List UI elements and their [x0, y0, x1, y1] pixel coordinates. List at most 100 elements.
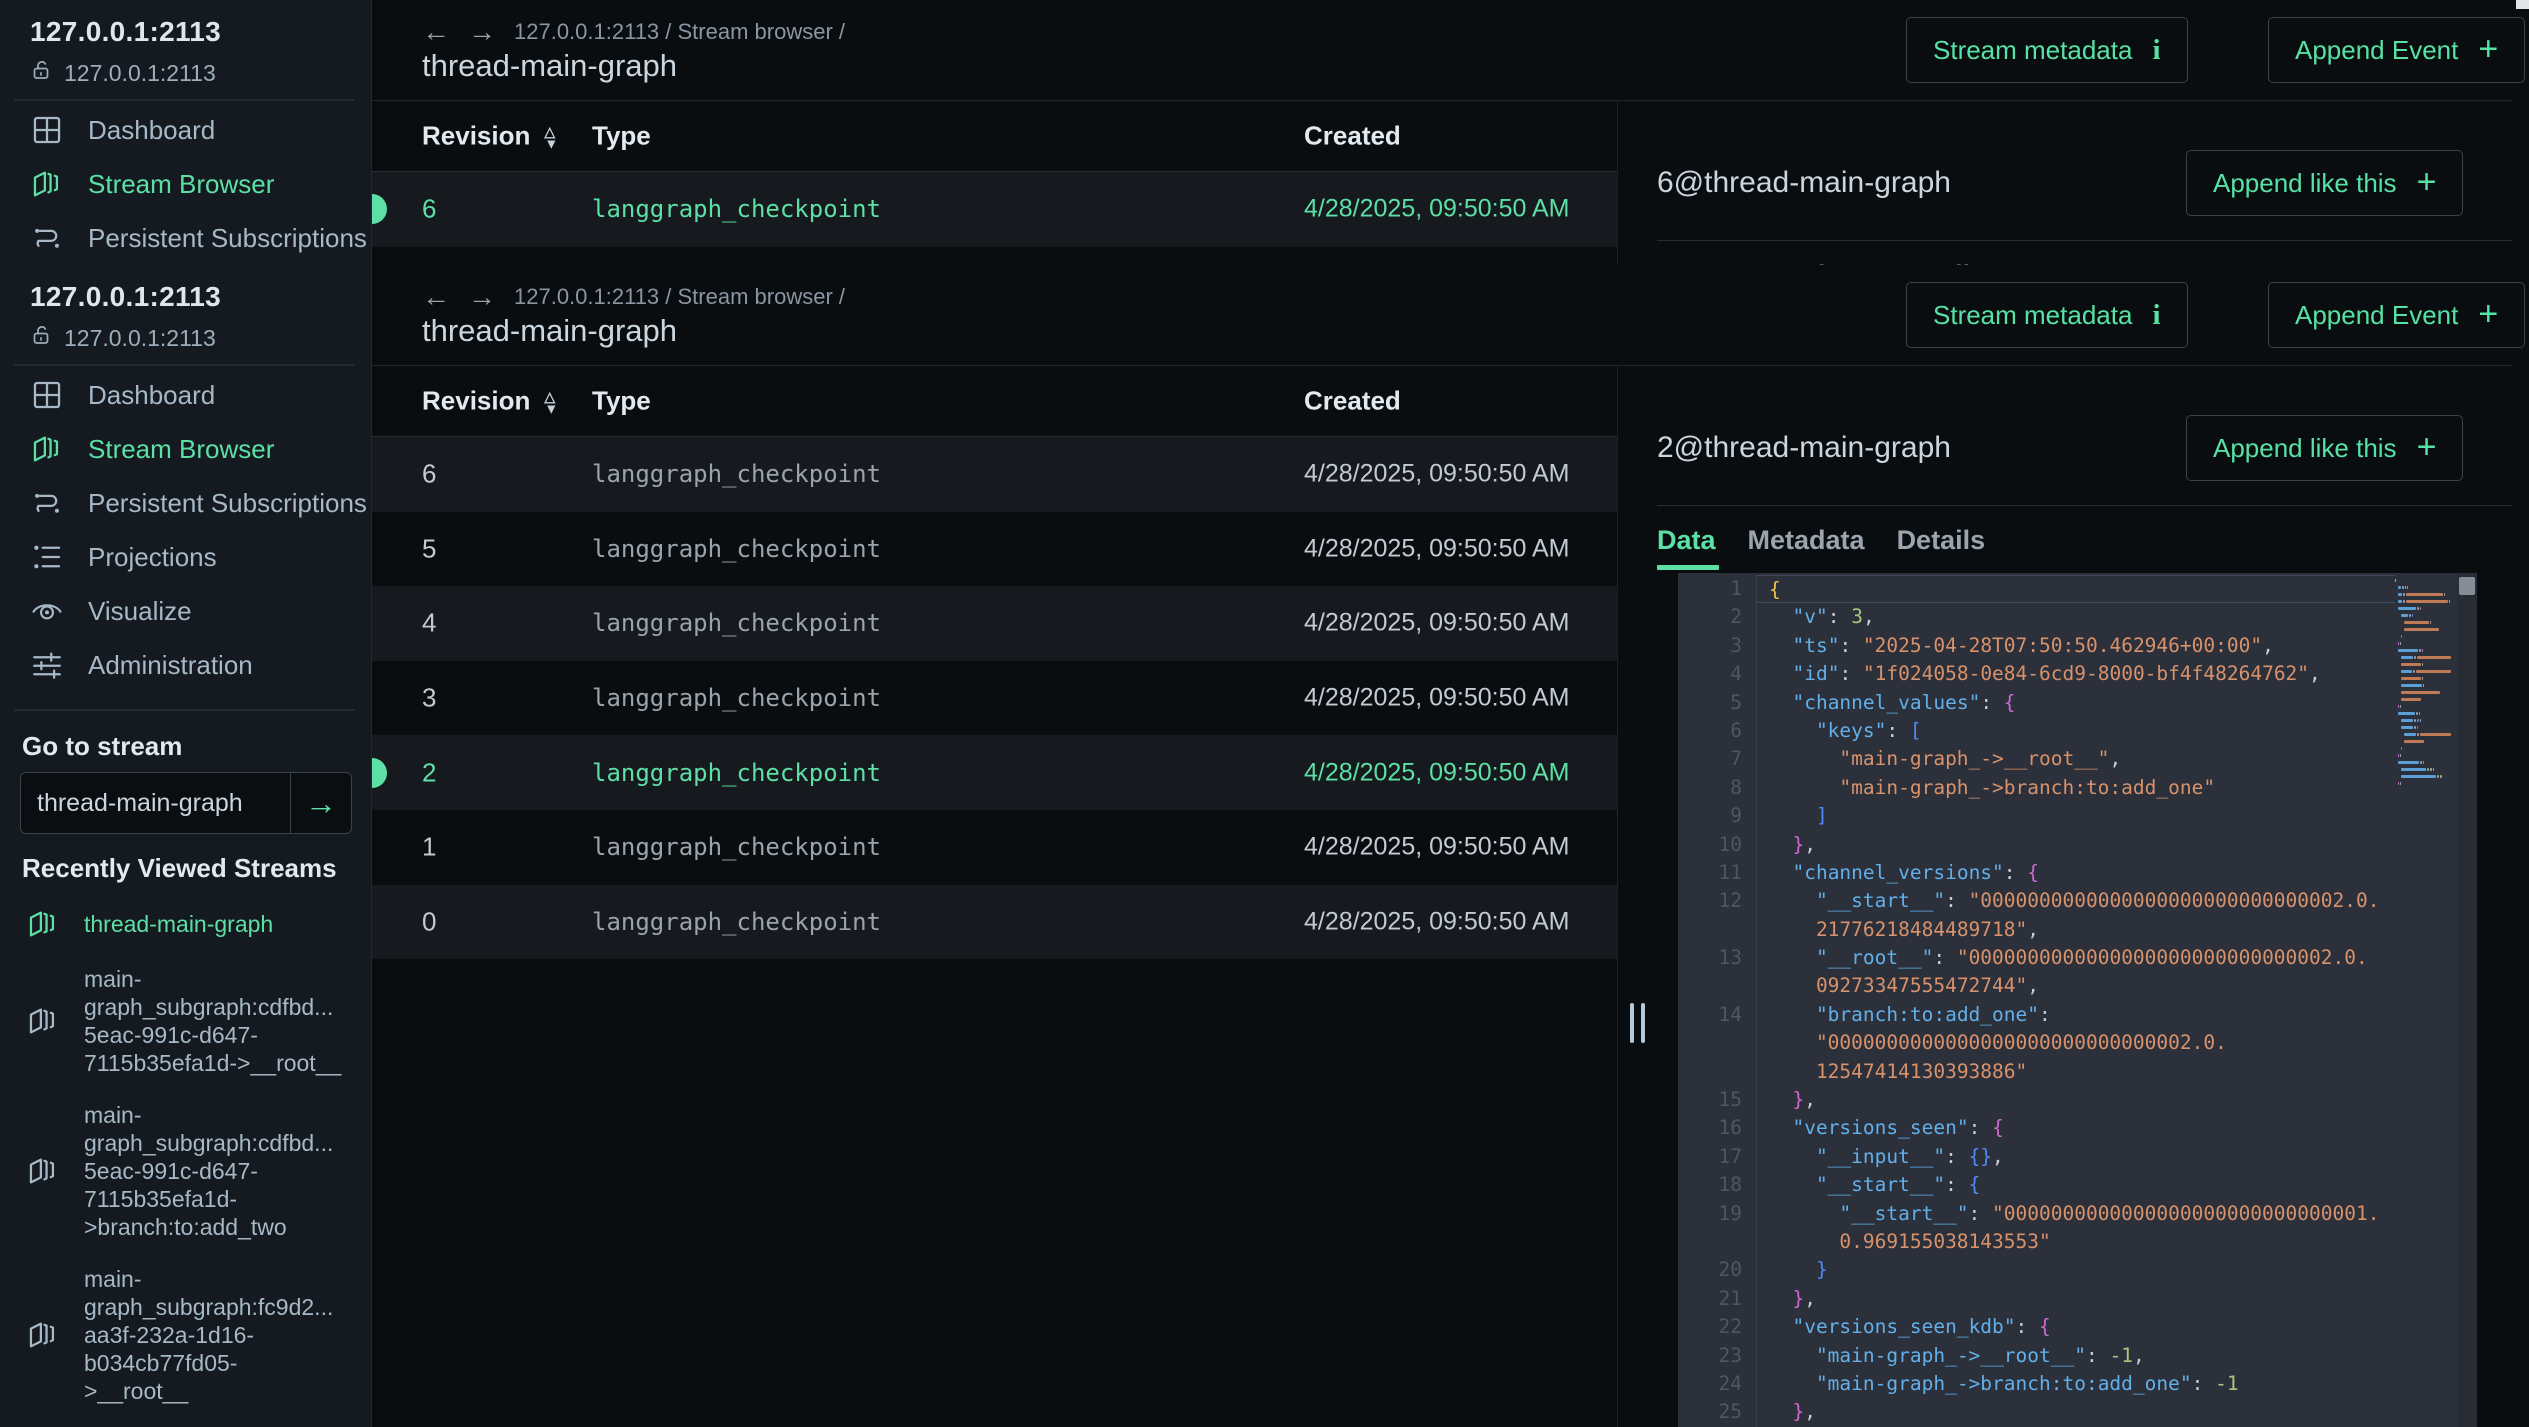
- line-number: [1678, 972, 1756, 1000]
- active-tab-indicator: [1657, 565, 1719, 570]
- sidebar-item-label: Administration: [88, 650, 253, 681]
- editor-scrollbar-thumb[interactable]: [2459, 577, 2475, 595]
- append-event-button[interactable]: Append Event +: [2268, 17, 2525, 83]
- server-name: 127.0.0.1:2113: [30, 16, 221, 48]
- back-arrow-icon[interactable]: ←: [422, 281, 450, 313]
- sidebar-item-stream-browser[interactable]: Stream Browser: [0, 157, 371, 211]
- tab-data[interactable]: Data: [1657, 525, 1716, 556]
- recently-viewed-list: thread-main-graphmain-graph_subgraph:cdf…: [0, 895, 365, 1417]
- table-row[interactable]: 4langgraph_checkpoint4/28/2025, 09:50:50…: [372, 586, 1617, 661]
- recent-stream-item[interactable]: main-graph_subgraph:fc9d2...aa3f-232a-1d…: [0, 1253, 365, 1417]
- cell-revision: 2: [422, 757, 436, 788]
- line-number: 5: [1678, 689, 1756, 717]
- recent-stream-item[interactable]: main-graph_subgraph:cdfbd...5eac-991c-d6…: [0, 1089, 365, 1253]
- main-area: ← → 127.0.0.1:2113 / Stream browser / th…: [372, 265, 2529, 1427]
- breadcrumb-path[interactable]: 127.0.0.1:2113 / Stream browser /: [514, 19, 845, 45]
- back-arrow-icon[interactable]: ←: [422, 16, 450, 48]
- append-like-this-button[interactable]: Append like this +: [2186, 415, 2463, 481]
- code-line: 13"__root__": "0000000000000000000000000…: [1678, 944, 2395, 972]
- line-number: 22: [1678, 1313, 1756, 1341]
- sort-icon[interactable]: △▼: [544, 390, 558, 414]
- append-event-button[interactable]: Append Event +: [2268, 282, 2525, 348]
- code-line: 6"keys": [: [1678, 717, 2395, 745]
- sidebar-item-dashboard[interactable]: Dashboard: [0, 103, 371, 157]
- forward-arrow-icon[interactable]: →: [468, 16, 496, 48]
- event-panel-divider: [1657, 240, 2512, 241]
- sidebar-item-persistent-subscriptions[interactable]: Persistent Subscriptions: [0, 211, 371, 265]
- sidebar-item-persistent-subscriptions[interactable]: Persistent Subscriptions: [0, 476, 371, 530]
- cell-created: 4/28/2025, 09:50:50 AM: [1304, 907, 1570, 936]
- table-row[interactable]: 3langgraph_checkpoint4/28/2025, 09:50:50…: [372, 661, 1617, 736]
- code-line: 22"versions_seen_kdb": {: [1678, 1313, 2395, 1341]
- column-created: Created: [1304, 385, 1401, 416]
- append-like-this-button[interactable]: Append like this +: [2186, 150, 2463, 216]
- plus-icon: +: [2417, 165, 2437, 199]
- code-line: 0.969155038143553": [1678, 1228, 2395, 1256]
- recent-stream-item[interactable]: main-graph_subgraph:cdfbd...5eac-991c-d6…: [0, 953, 365, 1089]
- forward-arrow-icon[interactable]: →: [468, 281, 496, 313]
- sidebar-item-label: Persistent Subscriptions: [88, 223, 367, 254]
- tab-details[interactable]: Details: [1897, 525, 1986, 556]
- code-line: 25},: [1678, 1398, 2395, 1426]
- code-line: 18"__start__": {: [1678, 1171, 2395, 1199]
- table-row[interactable]: 6langgraph_checkpoint4/28/2025, 09:50:50…: [372, 172, 1617, 247]
- tab-metadata[interactable]: Metadata: [1748, 525, 1865, 556]
- goto-stream-box: →: [20, 772, 352, 834]
- json-editor[interactable]: 1{2"v": 3,3"ts": "2025-04-28T07:50:50.46…: [1678, 573, 2477, 1427]
- table-row[interactable]: 5langgraph_checkpoint4/28/2025, 09:50:50…: [372, 512, 1617, 587]
- sidebar-item-projections[interactable]: Projections: [0, 530, 371, 584]
- unlock-icon: [30, 58, 54, 88]
- server-address: 127.0.0.1:2113: [64, 325, 216, 352]
- editor-scrollbar[interactable]: [2457, 573, 2477, 1427]
- table-row[interactable]: 2langgraph_checkpoint4/28/2025, 09:50:50…: [372, 735, 1617, 810]
- stream-metadata-button[interactable]: Stream metadata i: [1906, 282, 2188, 348]
- sidebar-item-dashboard[interactable]: Dashboard: [0, 368, 371, 422]
- subscriptions-icon: [30, 221, 64, 255]
- code-line: 21776218484489718",: [1678, 916, 2395, 944]
- code-line: 17"__input__": {},: [1678, 1143, 2395, 1171]
- resize-handle[interactable]: [1630, 1003, 1654, 1043]
- breadcrumb-path[interactable]: 127.0.0.1:2113 / Stream browser /: [514, 284, 845, 310]
- sidebar-item-administration[interactable]: Administration: [0, 638, 371, 692]
- screen-copy-1: 127.0.0.1:2113 127.0.0.1:2113 DashboardS…: [0, 265, 2529, 1427]
- info-icon: i: [2152, 34, 2160, 67]
- server-address-row: 127.0.0.1:2113: [30, 58, 216, 88]
- table-row[interactable]: 1langgraph_checkpoint4/28/2025, 09:50:50…: [372, 810, 1617, 885]
- append-event-label: Append Event: [2295, 300, 2458, 331]
- sidebar-item-visualize[interactable]: Visualize: [0, 584, 371, 638]
- column-revision[interactable]: Revision△▼: [422, 120, 558, 151]
- table-row[interactable]: 0langgraph_checkpoint4/28/2025, 09:50:50…: [372, 885, 1617, 960]
- page-scrollbar-thumb[interactable]: [2516, 0, 2529, 9]
- code-line: 21},: [1678, 1285, 2395, 1313]
- table-row[interactable]: 6langgraph_checkpoint4/28/2025, 09:50:50…: [372, 437, 1617, 512]
- sidebar-item-label: Stream Browser: [88, 169, 274, 200]
- code-line: 9]: [1678, 802, 2395, 830]
- stream-metadata-button[interactable]: Stream metadata i: [1906, 17, 2188, 83]
- cell-created: 4/28/2025, 09:50:50 AM: [1304, 833, 1570, 862]
- page: 127.0.0.1:2113 127.0.0.1:2113 DashboardS…: [0, 0, 2529, 1427]
- goto-stream-submit[interactable]: →: [290, 773, 351, 833]
- goto-stream-input[interactable]: [21, 773, 290, 833]
- recent-stream-item[interactable]: thread-main-graph: [0, 895, 365, 953]
- sidebar-divider: [14, 709, 355, 711]
- sidebar-item-stream-browser[interactable]: Stream Browser: [0, 422, 371, 476]
- visualize-icon: [30, 594, 64, 628]
- cell-created: 4/28/2025, 09:50:50 AM: [1304, 195, 1570, 224]
- sidebar-nav: DashboardStream BrowserPersistent Subscr…: [0, 368, 371, 692]
- editor-minimap[interactable]: [2395, 578, 2453, 788]
- line-number: [1678, 1228, 1756, 1256]
- cell-revision: 3: [422, 683, 436, 714]
- table-row[interactable]: 5langgraph_checkpoint4/28/2025, 09:50:50…: [372, 247, 1617, 265]
- code-line: 11"channel_versions": {: [1678, 859, 2395, 887]
- goto-stream-label: Go to stream: [22, 731, 182, 762]
- append-like-this-label: Append like this: [2213, 433, 2397, 464]
- sidebar: 127.0.0.1:2113 127.0.0.1:2113 Dashboard S…: [0, 0, 372, 265]
- code-line: 3"ts": "2025-04-28T07:50:50.462946+00:00…: [1678, 632, 2395, 660]
- line-number: 2: [1678, 603, 1756, 631]
- sort-icon[interactable]: △▼: [544, 125, 558, 149]
- administration-icon: [30, 648, 64, 682]
- column-revision[interactable]: Revision△▼: [422, 385, 558, 416]
- table-header-row: Revision△▼ Type Created: [372, 365, 1617, 437]
- line-number: [1678, 1058, 1756, 1086]
- panel-divider-line: [1617, 100, 1618, 265]
